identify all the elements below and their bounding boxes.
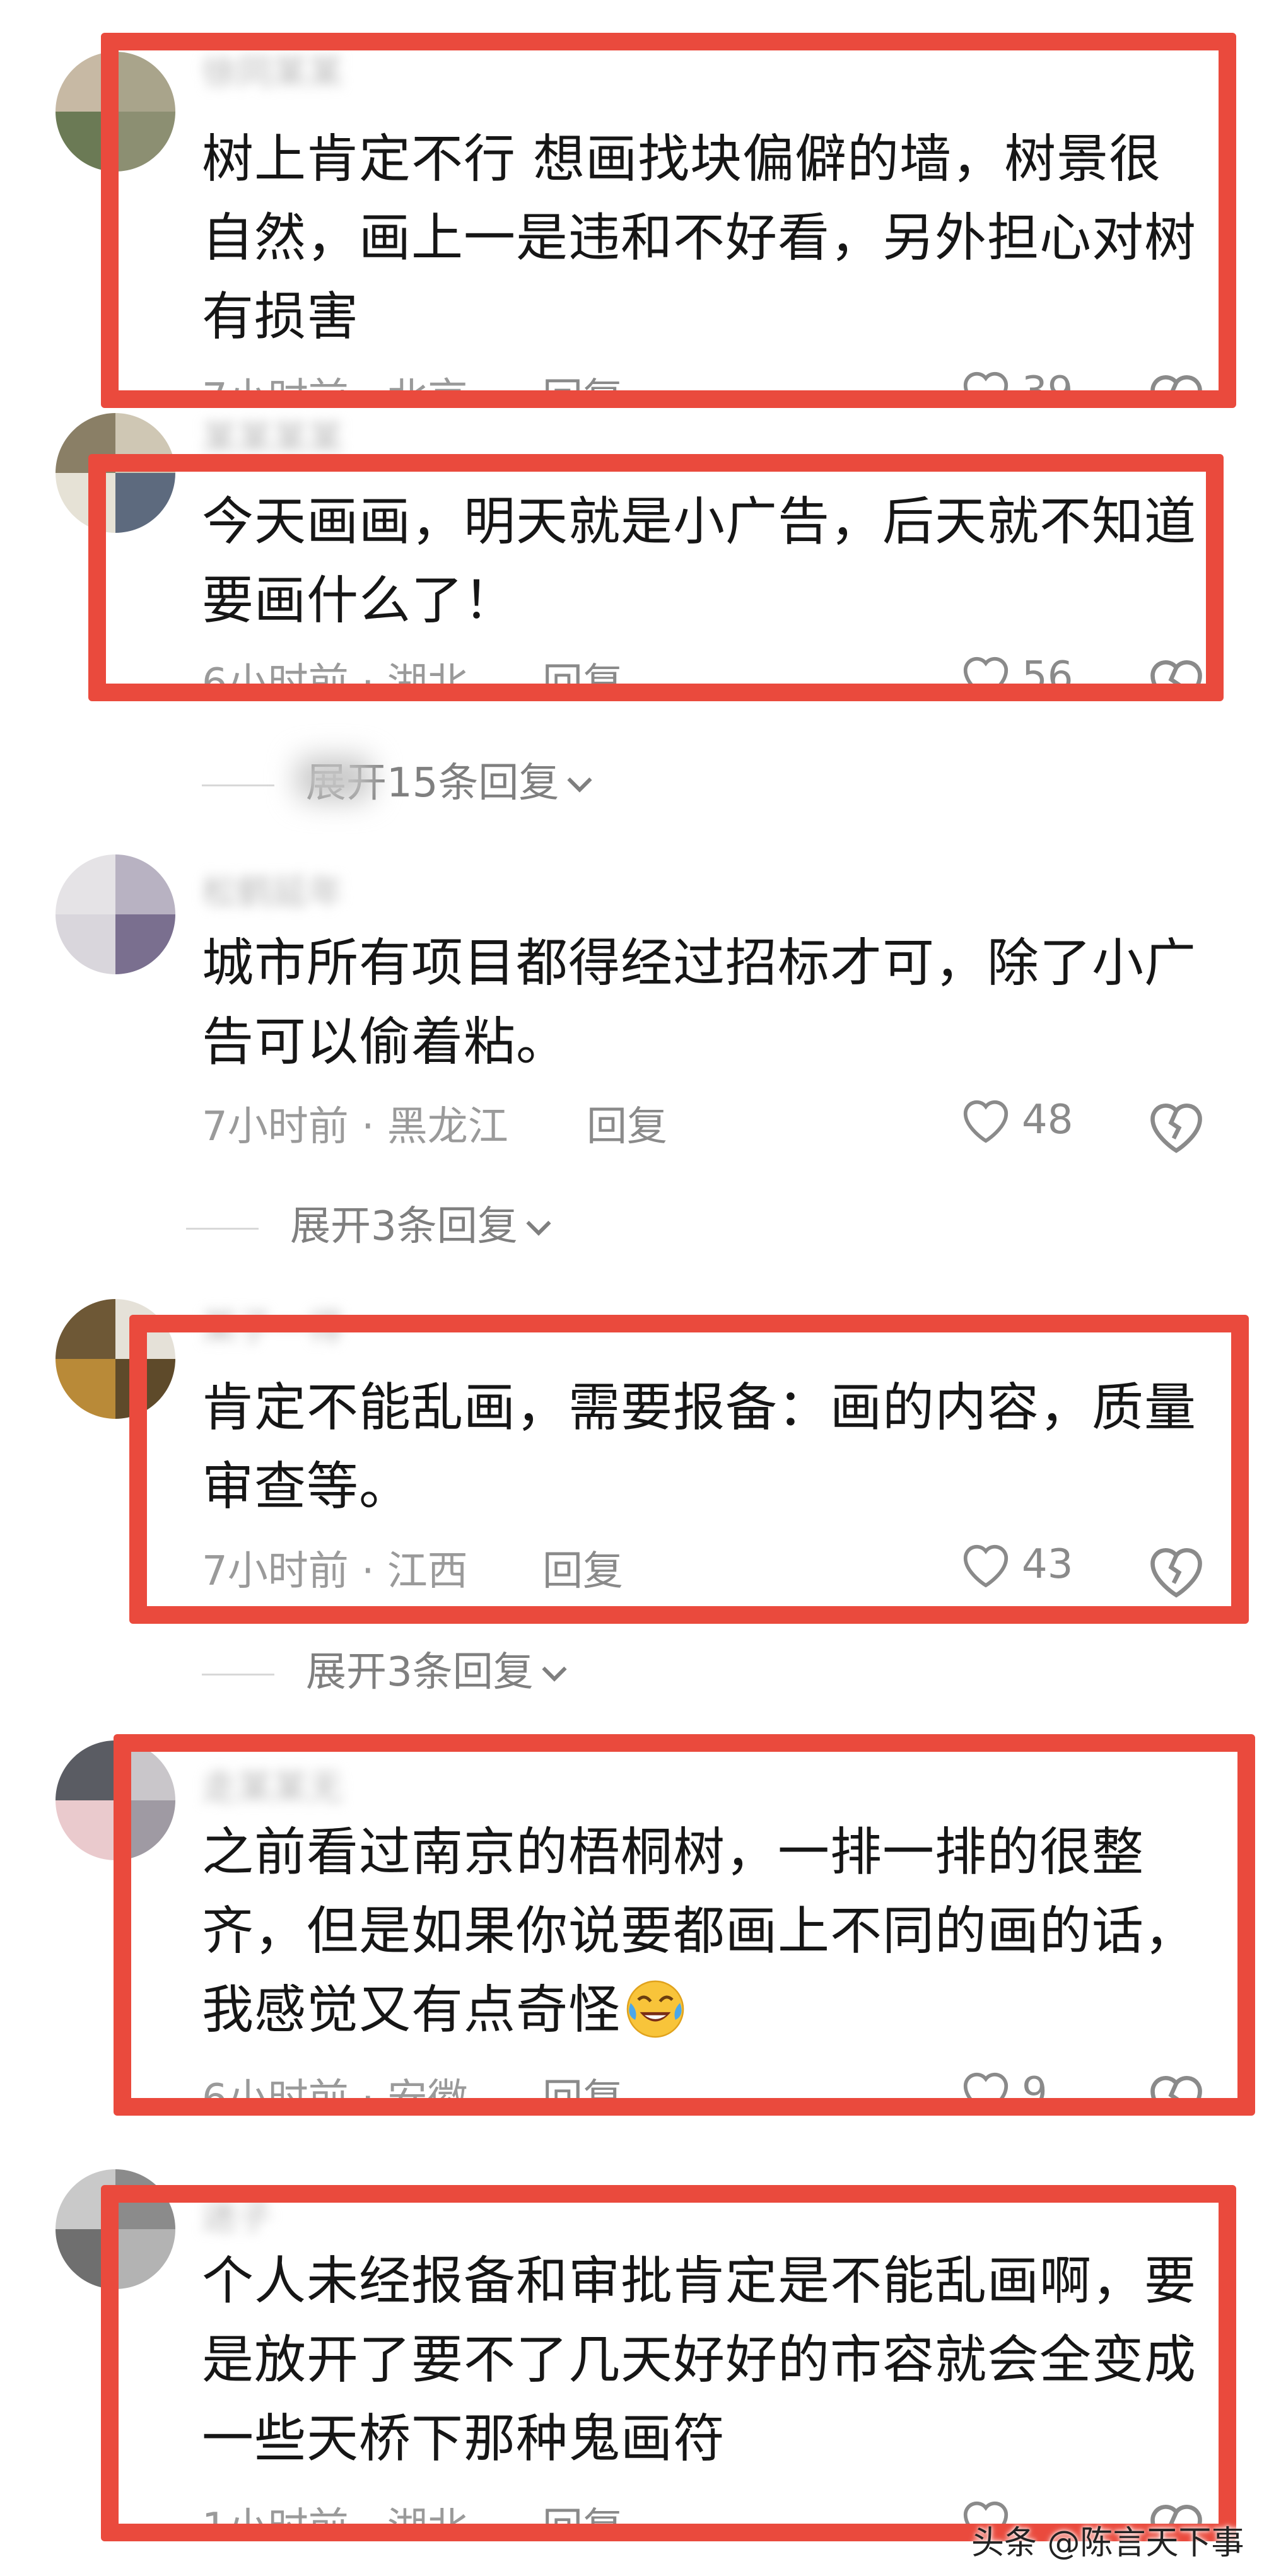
highlight-box — [101, 2185, 1236, 2541]
chevron-down-icon — [542, 1667, 567, 1682]
blurred-region — [296, 757, 372, 801]
expand-replies-label: 展开3条回复 — [306, 1649, 534, 1696]
reply-button[interactable]: 回复 — [587, 1094, 667, 1152]
highlight-box — [129, 1315, 1249, 1624]
username[interactable]: 某某某某 — [202, 410, 343, 461]
watermark: 头条 @陈言天下事 — [971, 2524, 1244, 2562]
comment-meta: 7小时前 · 黑龙江 — [202, 1104, 508, 1150]
expand-replies-label: 展开3条回复 — [290, 1203, 518, 1250]
expand-replies-button[interactable]: 展开3条回复 — [202, 1640, 570, 1698]
comment-text: 城市所有项目都得经过招标才可，除了小广告可以偷着粘。 — [202, 933, 1197, 1072]
highlight-box — [114, 1734, 1255, 2116]
highlight-box — [101, 33, 1236, 408]
broken-heart-icon[interactable] — [1145, 1094, 1208, 1157]
like-button[interactable]: 48 — [959, 1088, 1110, 1157]
expand-replies-button[interactable]: 展开3条回复 — [186, 1194, 554, 1252]
highlight-box — [88, 454, 1224, 701]
divider-line — [186, 1227, 259, 1230]
avatar[interactable] — [56, 854, 175, 974]
username[interactable]: 松鹤延年 — [202, 864, 343, 915]
divider-line — [202, 1673, 274, 1676]
divider-line — [202, 784, 274, 786]
chevron-down-icon — [567, 778, 593, 793]
comment-location: 黑龙江 — [387, 1104, 508, 1150]
comment-time: 7小时前 — [202, 1104, 349, 1150]
heart-outline-icon — [963, 1100, 1009, 1143]
chevron-down-icon — [526, 1221, 551, 1237]
expand-replies-button[interactable]: 展开15条回复 — [202, 750, 595, 808]
like-count: 48 — [1022, 1097, 1073, 1143]
